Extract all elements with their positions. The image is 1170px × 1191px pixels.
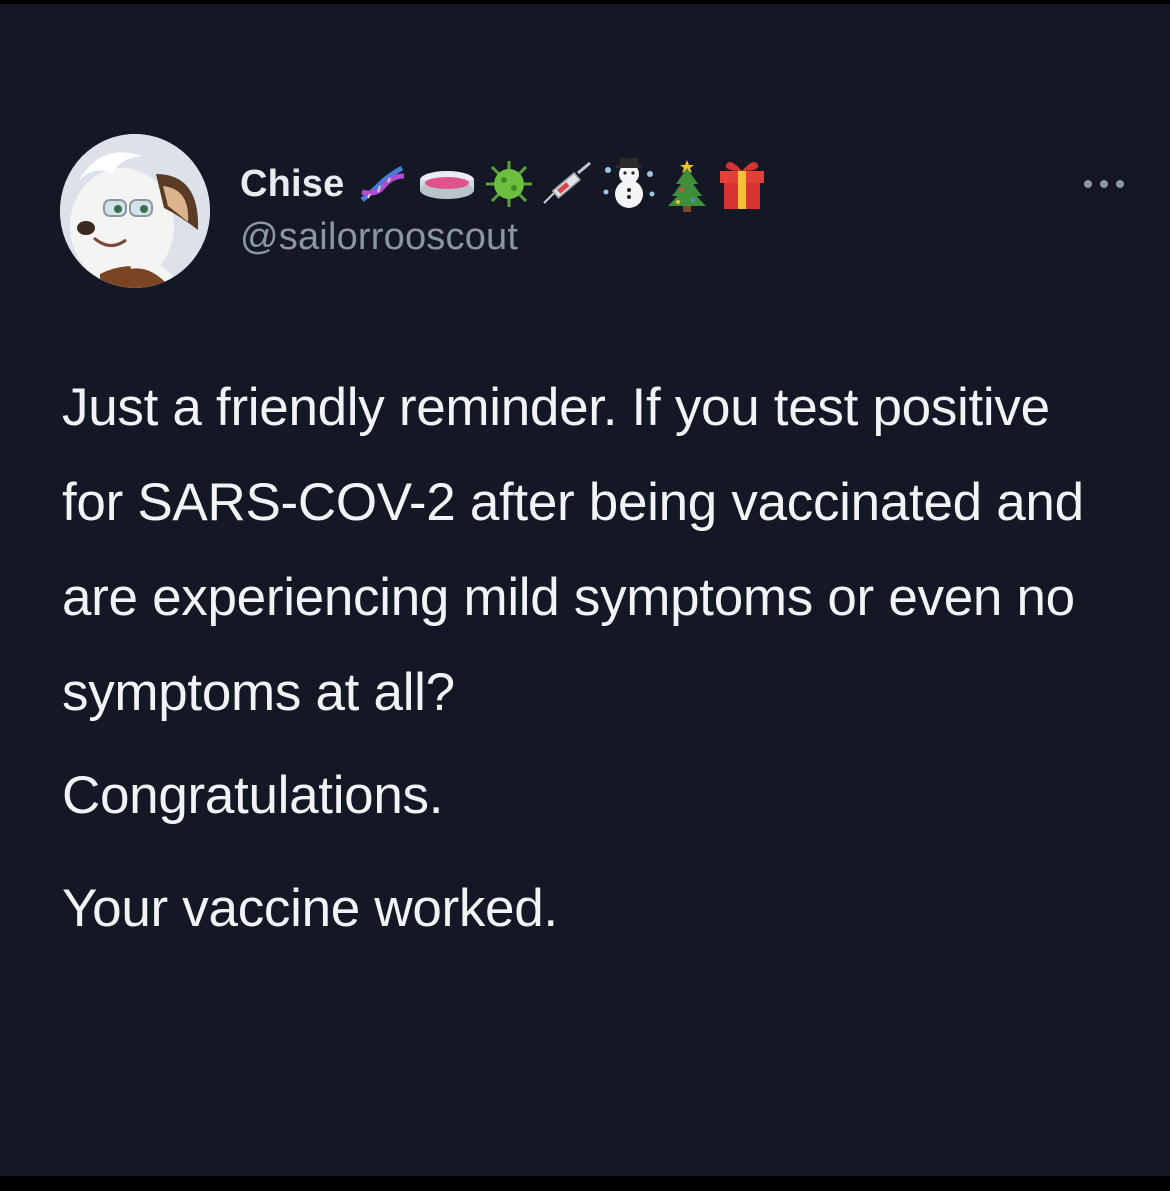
- snowman-icon: [600, 156, 658, 212]
- display-name-row: Chise: [240, 154, 768, 214]
- tweet-paragraph: Your vaccine worked.: [62, 879, 558, 938]
- gift-icon: [716, 157, 768, 211]
- dna-icon: [356, 162, 410, 206]
- more-options-button[interactable]: [1076, 170, 1132, 200]
- syringe-icon: [540, 161, 594, 207]
- author-handle[interactable]: @sailorrooscout: [240, 216, 518, 259]
- avatar[interactable]: [60, 134, 210, 288]
- tweet-paragraph: Congratulations.: [62, 766, 444, 825]
- petri-dish-icon: [416, 166, 478, 202]
- display-name[interactable]: Chise: [240, 163, 344, 206]
- name-emojis: [356, 156, 768, 212]
- tweet-text: Just a friendly reminder. If you test po…: [62, 360, 1122, 956]
- tweet-card: Chise @sailorrooscout Just a friendly re…: [0, 4, 1170, 1176]
- christmas-tree-icon: [664, 156, 710, 212]
- tweet-paragraph: Just a friendly reminder. If you test po…: [62, 378, 1084, 722]
- virus-icon: [484, 159, 534, 209]
- more-options-icon: [1082, 176, 1126, 194]
